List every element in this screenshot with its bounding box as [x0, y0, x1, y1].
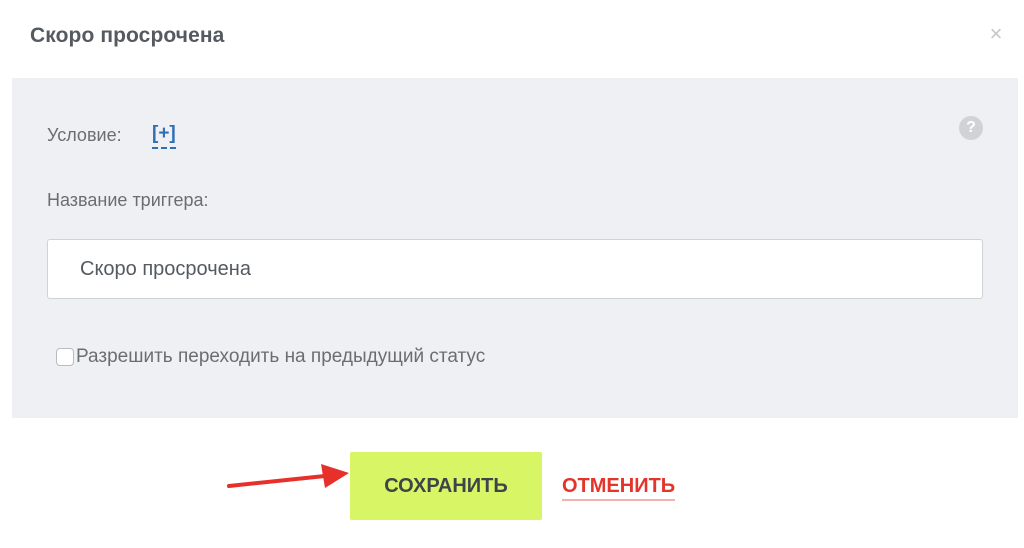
- dialog-title: Скоро просрочена: [30, 24, 225, 47]
- cancel-button[interactable]: ОТМЕНИТЬ: [562, 474, 676, 501]
- save-button[interactable]: СОХРАНИТЬ: [350, 452, 542, 520]
- red-arrow-icon: [227, 464, 349, 488]
- form-panel: Условие: [+] ? Название триггера: Разреш…: [12, 78, 1018, 418]
- add-condition-link[interactable]: [+]: [152, 123, 176, 149]
- trigger-name-input[interactable]: [47, 239, 983, 299]
- condition-label: Условие:: [47, 125, 122, 145]
- trigger-name-label: Название триггера:: [47, 190, 209, 210]
- help-icon[interactable]: ?: [959, 116, 983, 140]
- allow-previous-status-label[interactable]: Разрешить переходить на предыдущий стату…: [76, 346, 485, 368]
- allow-previous-status-checkbox[interactable]: [56, 348, 74, 366]
- close-icon[interactable]: ×: [985, 22, 1007, 46]
- trigger-dialog: Скоро просрочена × Условие: [+] ? Назван…: [0, 0, 1024, 548]
